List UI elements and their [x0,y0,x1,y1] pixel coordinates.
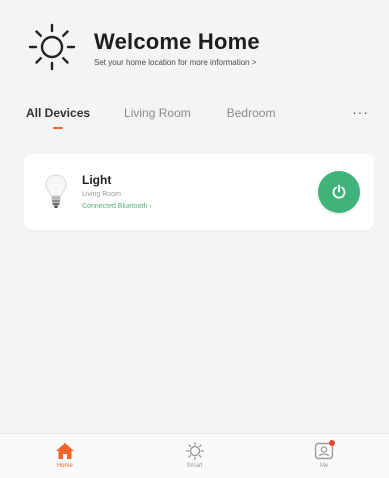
power-button[interactable] [318,171,360,213]
tab-active-indicator [53,127,64,129]
app-screen: Welcome Home Set your home location for … [0,0,389,478]
tab-all-devices[interactable]: All Devices [26,106,91,129]
nav-me[interactable]: Me [259,434,389,478]
device-status[interactable]: Connected Bluetooth › [82,203,152,210]
tab-bedroom[interactable]: Bedroom [227,106,276,120]
power-icon [332,184,346,199]
device-info: Light Living Room Connected Bluetooth › [82,173,152,210]
nav-smart[interactable]: Smart [130,434,260,478]
home-location-link[interactable]: Set your home location for more informat… [94,58,260,67]
device-room: Living Room [82,190,121,198]
notification-badge [329,440,336,446]
page-title: Welcome Home [94,29,260,54]
tab-label: All Devices [26,106,91,120]
nav-home[interactable]: Home [0,434,130,478]
device-name: Light [82,172,112,187]
nav-label: Home [56,463,73,469]
nav-label: Smart [186,463,203,469]
title-block: Welcome Home Set your home location for … [94,29,260,67]
bottom-nav: Home Smart Me [0,433,389,478]
smart-icon [185,442,204,460]
tab-label: Living Room [124,106,191,120]
tab-label: Bedroom [226,106,276,120]
header: Welcome Home Set your home location for … [24,16,365,78]
home-icon [55,443,74,459]
me-icon-wrap [314,440,336,460]
nav-label: Me [320,463,329,469]
room-tabs: All Devices Living Room Bedroom ··· [26,105,373,134]
device-card-light[interactable]: Light Living Room Connected Bluetooth › [24,154,374,230]
tab-living-room[interactable]: Living Room [124,106,191,120]
more-tabs-icon[interactable]: ··· [352,105,369,119]
light-bulb-icon [40,170,72,214]
sun-icon [24,19,80,75]
